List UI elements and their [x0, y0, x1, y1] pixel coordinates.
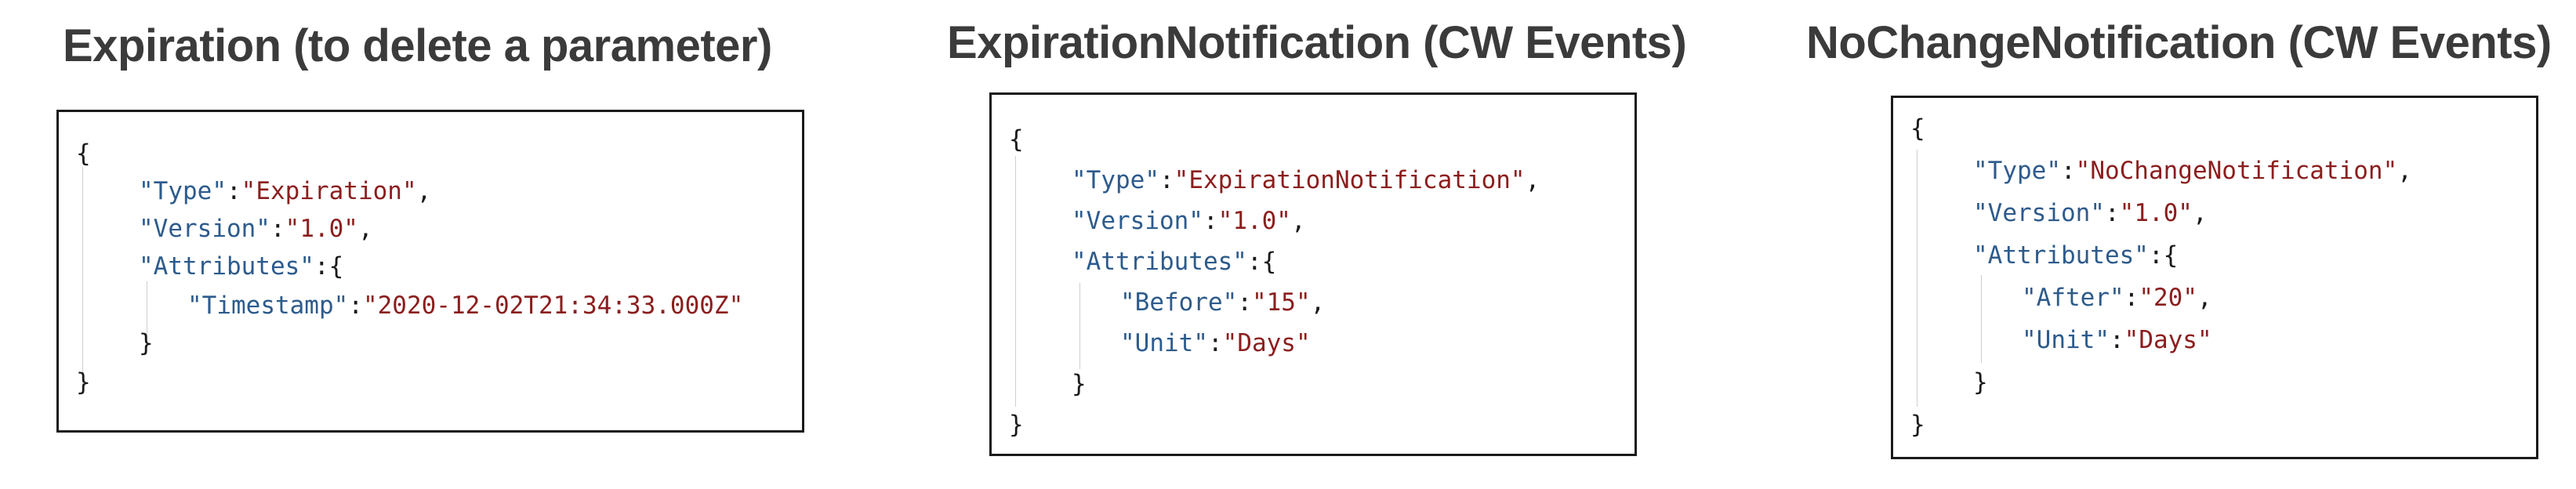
json-value: "Days" — [2124, 326, 2212, 354]
json-key: "After" — [2022, 284, 2124, 312]
json-colon: : — [1237, 288, 1252, 317]
code-line-open-brace: { — [76, 142, 91, 166]
code-block-nochange-notification: { "Type":"NoChangeNotification", "Versio… — [1891, 96, 2538, 459]
panel-title-expiration: Expiration (to delete a parameter) — [63, 20, 772, 71]
json-value: "1.0" — [285, 215, 358, 243]
indent-guide — [1015, 156, 1016, 407]
code-line-close-brace: } — [76, 371, 91, 395]
json-trail: { — [1261, 248, 1277, 276]
code-line-attributes: "Attributes":{ — [1072, 250, 1276, 274]
indent-guide — [1079, 283, 1080, 369]
json-trail: , — [416, 177, 432, 205]
code-line-attributes-close: } — [1072, 372, 1087, 397]
json-trail: , — [2192, 199, 2208, 227]
json-value: "Expiration" — [241, 177, 417, 205]
open-brace: { — [76, 139, 91, 168]
json-value: "1.0" — [2119, 199, 2193, 227]
json-key: "Attributes" — [1973, 241, 2149, 270]
code-block-expiration-notification: { "Type":"ExpirationNotification", "Vers… — [989, 92, 1637, 456]
json-trail: , — [1525, 166, 1540, 194]
json-value: "1.0" — [1217, 207, 1291, 235]
json-value: "ExpirationNotification" — [1174, 166, 1526, 194]
code-line-version: "Version":"1.0", — [1973, 201, 2208, 226]
json-key: "Timestamp" — [187, 292, 349, 320]
json-key: "Attributes" — [139, 252, 314, 281]
json-key: "Before" — [1120, 288, 1238, 317]
code-line-open-brace: { — [1009, 128, 1024, 152]
open-brace: { — [1910, 114, 1925, 143]
json-key: "Type" — [1973, 157, 2061, 185]
code-line-close-brace: } — [1009, 413, 1024, 437]
json-trail: , — [1290, 207, 1306, 235]
json-colon: : — [2060, 157, 2076, 185]
code-line-version: "Version":"1.0", — [139, 217, 373, 241]
close-brace: } — [139, 329, 154, 357]
open-brace: { — [1009, 125, 1024, 154]
json-key: "Version" — [1973, 199, 2105, 227]
json-trail: , — [2397, 157, 2412, 185]
code-line-attributes: "Attributes":{ — [139, 255, 343, 279]
json-colon: : — [1207, 329, 1223, 357]
json-colon: : — [270, 215, 285, 243]
json-colon: : — [226, 177, 241, 205]
code-line-attributes-close: } — [1973, 371, 1988, 395]
close-brace: } — [1009, 411, 1024, 439]
json-value: "NoChangeNotification" — [2075, 157, 2398, 185]
json-colon: : — [2109, 326, 2124, 354]
json-colon: : — [348, 292, 363, 320]
json-key: "Attributes" — [1072, 248, 1247, 276]
json-trail: { — [2163, 241, 2179, 270]
panel-title-expiration-notification: ExpirationNotification (CW Events) — [947, 17, 1687, 68]
json-colon: : — [2124, 284, 2139, 312]
code-block-expiration: { "Type":"Expiration", "Version":"1.0", … — [56, 110, 804, 433]
code-line-before: "Before":"15", — [1120, 291, 1325, 315]
json-trail: , — [2197, 284, 2212, 312]
code-line-after: "After":"20", — [2022, 286, 2212, 310]
code-line-attributes: "Attributes":{ — [1973, 244, 2178, 268]
code-line-unit: "Unit":"Days" — [1120, 331, 1311, 356]
code-line-type: "Type":"Expiration", — [139, 179, 431, 204]
json-key: "Version" — [139, 215, 270, 243]
code-line-unit: "Unit":"Days" — [2022, 328, 2212, 353]
code-line-version: "Version":"1.0", — [1072, 209, 1306, 234]
code-line-attributes-close: } — [139, 331, 154, 356]
json-colon: : — [1246, 248, 1262, 276]
json-value: "Days" — [1222, 329, 1311, 357]
indent-guide — [1981, 275, 1982, 363]
close-brace: } — [1973, 368, 1988, 397]
json-colon: : — [314, 252, 329, 281]
json-key: "Type" — [139, 177, 227, 205]
indent-guide — [82, 167, 83, 386]
json-colon: : — [1203, 207, 1218, 235]
code-line-type: "Type":"ExpirationNotification", — [1072, 168, 1540, 193]
json-value: "20" — [2139, 284, 2197, 312]
panel-title-nochange-notification: NoChangeNotification (CW Events) — [1806, 17, 2552, 68]
code-line-timestamp: "Timestamp":"2020-12-02T21:34:33.000Z" — [187, 294, 743, 318]
json-trail: , — [357, 215, 373, 243]
json-key: "Unit" — [1120, 329, 1208, 357]
json-key: "Unit" — [2022, 326, 2110, 354]
json-colon: : — [2104, 199, 2120, 227]
code-line-type: "Type":"NoChangeNotification", — [1973, 159, 2412, 183]
json-value: "2020-12-02T21:34:33.000Z" — [362, 292, 744, 320]
code-line-open-brace: { — [1910, 117, 1925, 141]
close-brace: } — [1072, 370, 1087, 398]
json-trail: { — [328, 252, 344, 281]
json-value: "15" — [1251, 288, 1311, 317]
json-colon: : — [1159, 166, 1174, 194]
close-brace: } — [76, 368, 91, 397]
close-brace: } — [1910, 411, 1925, 439]
json-colon: : — [2148, 241, 2164, 270]
json-key: "Version" — [1072, 207, 1203, 235]
json-trail: , — [1310, 288, 1326, 317]
json-key: "Type" — [1072, 166, 1159, 194]
code-line-close-brace: } — [1910, 413, 1925, 437]
